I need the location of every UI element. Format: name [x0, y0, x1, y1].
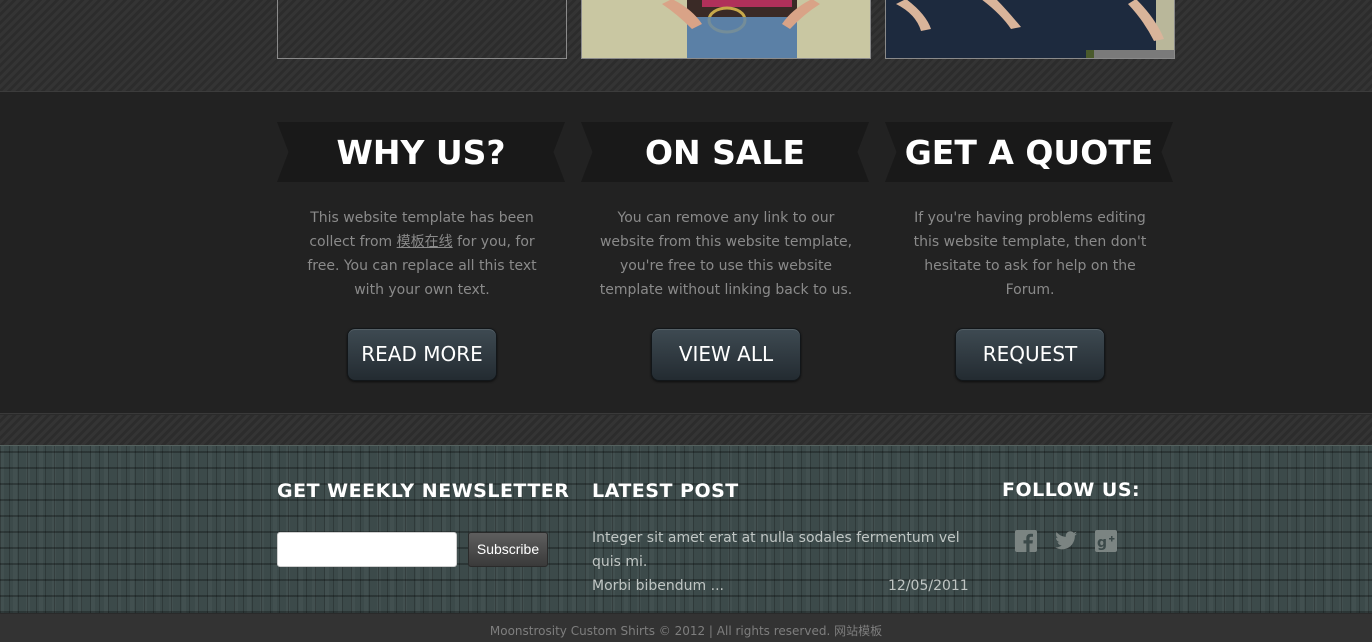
features-section: WHY US? This website template has been c…: [0, 92, 1372, 414]
latest-post-text: Integer sit amet erat at nulla sodales f…: [592, 530, 960, 570]
twitter-icon[interactable]: [1054, 529, 1078, 553]
newsletter-heading: GET WEEKLY NEWSLETTER: [277, 480, 570, 502]
view-all-button[interactable]: VIEW ALL: [651, 328, 801, 381]
feature-text: If you're having problems editing this w…: [913, 210, 1147, 298]
latest-post-heading: LATEST POST: [592, 480, 739, 502]
copyright-bar: Moonstrosity Custom Shirts © 2012 | All …: [0, 613, 1372, 642]
request-button[interactable]: REQUEST: [955, 328, 1105, 381]
subscribe-button[interactable]: Subscribe: [468, 532, 548, 567]
copyright-link[interactable]: 网站模板: [834, 624, 882, 638]
slider-handle[interactable]: [1086, 50, 1094, 58]
google-plus-icon[interactable]: g: [1094, 529, 1118, 553]
jeans-photo-image: [662, 0, 820, 58]
copyright-text: Moonstrosity Custom Shirts © 2012 | All …: [489, 624, 835, 638]
newsletter-email-input[interactable]: [277, 532, 457, 567]
latest-post-date: 12/05/2011: [888, 578, 969, 594]
gallery-thumb-1[interactable]: [277, 0, 567, 59]
feature-on-sale: ON SALE You can remove any link to our w…: [581, 122, 871, 381]
svg-text:g: g: [1097, 535, 1107, 551]
facebook-icon[interactable]: [1014, 529, 1038, 553]
latest-post-link[interactable]: Morbi bibendum ...: [592, 574, 724, 598]
feature-ribbon: ON SALE: [581, 122, 869, 182]
footer: GET WEEKLY NEWSLETTER Subscribe LATEST P…: [0, 445, 1372, 613]
feature-ribbon: WHY US?: [277, 122, 565, 182]
feature-why-us: WHY US? This website template has been c…: [277, 122, 567, 381]
feature-title: GET A QUOTE: [904, 132, 1154, 172]
gallery-thumb-3[interactable]: [885, 0, 1175, 59]
divider-strip: [0, 415, 1372, 445]
feature-get-a-quote: GET A QUOTE If you're having problems ed…: [885, 122, 1175, 381]
read-more-button[interactable]: READ MORE: [347, 328, 497, 381]
feature-title: WHY US?: [336, 132, 506, 172]
template-link[interactable]: 模板在线: [397, 234, 453, 250]
gallery-band: [0, 0, 1372, 92]
feature-ribbon: GET A QUOTE: [885, 122, 1173, 182]
gallery-slider[interactable]: [1086, 50, 1174, 58]
follow-us-heading: FOLLOW US:: [1002, 479, 1141, 501]
gallery-thumb-2[interactable]: [581, 0, 871, 59]
feature-text: This website template has been collect f…: [292, 206, 552, 302]
feature-title: ON SALE: [644, 132, 806, 172]
feature-text: You can remove any link to our website f…: [599, 210, 853, 298]
